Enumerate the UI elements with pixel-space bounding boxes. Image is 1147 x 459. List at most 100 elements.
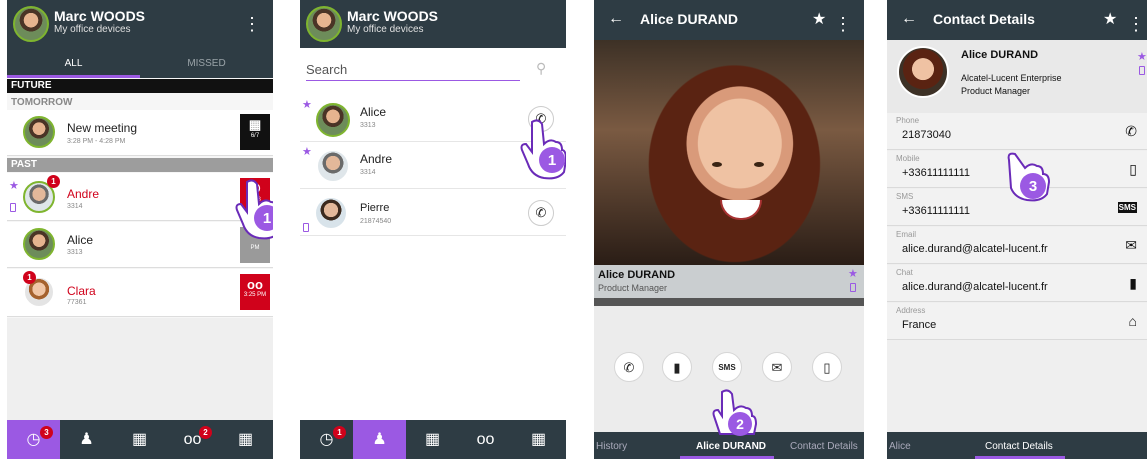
voicemail-icon[interactable]: οο [459,420,512,459]
favorite-star-icon: ★ [302,146,312,158]
call-button[interactable]: ✆ [528,200,554,226]
step-number: 2 [736,416,744,432]
app-header: Marc WOODS My office devices [300,0,566,48]
avatar [316,103,350,137]
unfavorite-star-icon[interactable]: ★ [812,9,826,29]
mobile-action-button[interactable]: ▯ [812,352,842,382]
voicemail-tile[interactable]: οο 3:25 PM [240,274,270,310]
calendar-icon[interactable]: ▦ [219,420,272,459]
pager-center[interactable]: Alice DURAND [696,441,766,452]
contact-name: Clara [67,284,96,298]
page-title: Alice DURAND [640,11,739,27]
contact-number: 3314 [67,203,83,210]
avatar[interactable] [306,6,342,42]
dialpad-icon[interactable]: ▦ [113,420,166,459]
history-badge: 3 [40,426,53,439]
back-arrow-icon[interactable]: ← [901,10,917,28]
address-field[interactable]: Address France ⌂ [887,303,1147,340]
voicemail-time: 3:25 PM [243,292,267,298]
pager-right[interactable]: Contact Details [790,441,858,452]
meeting-row[interactable]: New meeting 3:28 PM - 4:28 PM ▦ 6/7 [7,110,273,156]
avatar [314,196,348,230]
contact-card-screen: ← Alice DURAND ★ ⋮ Alice DURAND Product … [594,0,864,459]
tab-missed[interactable]: MISSED [140,58,273,69]
contact-job: Product Manager [961,86,1031,96]
missed-count-badge: 1 [47,175,60,188]
pager-left[interactable]: Alice [889,441,911,452]
contacts-icon[interactable]: ♟ [60,420,113,459]
bottom-nav: ◷ 1 ♟ ▦ οο ▦ [300,420,566,459]
kebab-icon[interactable]: ⋮ [834,15,852,33]
clock-icon[interactable]: ◷ 1 [300,420,353,459]
phone-field[interactable]: Phone 21873040 ✆ [887,113,1147,150]
sms-action-button[interactable]: SMS [712,352,742,382]
contact-name: Pierre [360,202,390,214]
photo-detail [720,200,762,220]
calendar-tile[interactable]: ▦ 6/7 [240,114,270,150]
search-icon[interactable]: ⚲ [536,60,546,77]
section-tomorrow: TOMORROW [11,97,73,108]
page-title: Contact Details [933,11,1035,27]
phone-icon: ✆ [535,205,547,220]
call-action-button[interactable]: ✆ [614,352,644,382]
back-arrow-icon[interactable]: ← [608,10,624,28]
phone-icon[interactable]: ✆ [1125,123,1137,140]
home-icon[interactable]: ⌂ [1129,313,1137,329]
meeting-time: 3:28 PM - 4:28 PM [67,138,126,145]
mobile-icon [10,203,16,212]
sms-icon[interactable]: SMS [1117,202,1137,213]
pager-left[interactable]: History [596,441,627,452]
chat-icon[interactable]: ▮ [1129,275,1137,292]
section-past: PAST [7,158,273,172]
history-tabs: ALL MISSED [7,48,273,78]
tap-hand-icon: 1 [235,179,273,240]
contact-summary: Alice DURAND Alcatel-Lucent Enterprise P… [887,40,1147,113]
meeting-title: New meeting [67,121,138,135]
voicemail-badge: 2 [199,426,212,439]
contact-row-pierre[interactable]: Pierre 21874540 ✆ [300,190,566,236]
mobile-icon [1139,66,1145,75]
contacts-icon[interactable]: ♟ [353,420,406,459]
avatar [897,46,949,98]
history-badge: 1 [333,426,346,439]
step-number: 1 [548,152,556,169]
tab-all[interactable]: ALL [7,58,140,69]
calendar-icon[interactable]: ▦ [512,420,565,459]
divider [594,298,864,306]
favorite-star-icon: ★ [9,180,19,192]
contact-number: 3313 [360,122,376,129]
email-field[interactable]: Email alice.durand@alcatel-lucent.fr ✉ [887,227,1147,264]
email-action-button[interactable]: ✉ [762,352,792,382]
favorite-star-icon: ★ [302,99,312,111]
pager-center[interactable]: Contact Details [985,441,1053,452]
field-label: Email [896,230,917,239]
meeting-date: 6/7 [250,133,260,139]
kebab-icon[interactable]: ⋮ [243,15,261,33]
chat-field[interactable]: Chat alice.durand@alcatel-lucent.fr ▮ [887,265,1147,302]
avatar [23,228,55,260]
clock-icon[interactable]: ◷ 3 [7,420,60,459]
contact-name: Alice [360,105,387,119]
contact-photo [594,40,864,265]
mobile-icon [850,283,856,292]
field-label: Mobile [896,154,920,163]
voicemail-icon[interactable]: οο 2 [166,420,219,459]
tab-indicator [7,75,140,78]
contact-number: 3313 [67,249,83,256]
chat-action-button[interactable]: ▮ [662,352,692,382]
history-row-clara[interactable]: 1 Clara 77361 οο 3:25 PM [7,269,273,317]
mobile-icon[interactable]: ▯ [1129,161,1137,178]
avatar [316,149,350,183]
avatar[interactable] [13,6,49,42]
contact-name: Andre [67,187,100,201]
kebab-icon[interactable]: ⋮ [1127,15,1145,33]
app-header: Marc WOODS My office devices ⋮ [7,0,273,48]
email-icon[interactable]: ✉ [1125,237,1137,254]
field-value: alice.durand@alcatel-lucent.fr [902,243,1048,255]
chat-icon: ▮ [673,360,681,375]
unfavorite-star-icon[interactable]: ★ [1103,9,1117,29]
dialpad-icon[interactable]: ▦ [406,420,459,459]
search-input[interactable]: Search [306,62,520,81]
mobile-icon [303,223,309,232]
avatar [23,116,55,148]
